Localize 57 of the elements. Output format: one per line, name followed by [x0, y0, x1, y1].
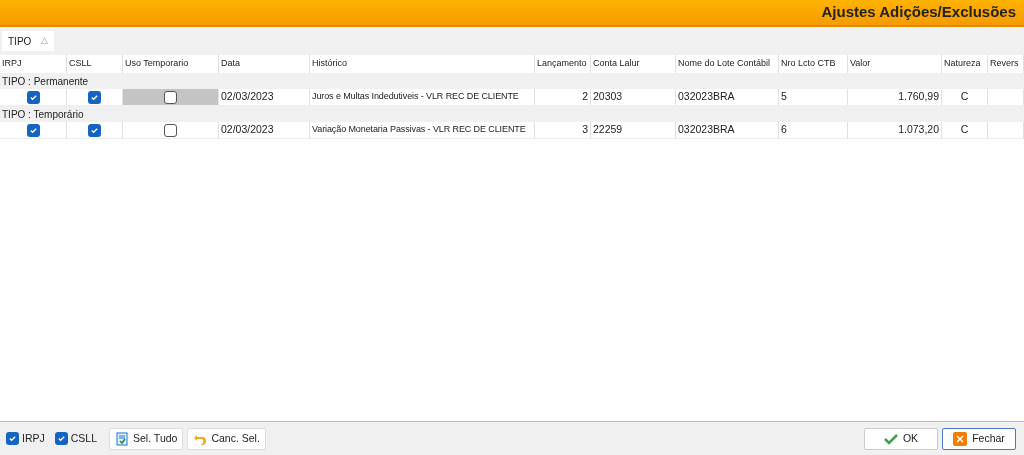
column-header: Conta Lalur: [591, 55, 676, 73]
table-cell: 02/03/2023: [219, 89, 310, 105]
group-row-label: TIPO : Temporário: [2, 107, 84, 122]
sort-icon: △: [41, 34, 49, 48]
column-header: IRPJ: [0, 55, 67, 73]
checkmark-icon: [90, 125, 99, 135]
checkbox[interactable]: [88, 90, 101, 104]
column-header: Histórico: [310, 55, 535, 73]
checkmark-icon: [883, 432, 898, 445]
table-cell: Variação Monetaria Passivas - VLR REC DE CLIENTE: [310, 122, 535, 138]
checkmark-icon: [90, 92, 99, 102]
group-row-label: TIPO : Permanente: [2, 74, 89, 89]
table-cell: C: [942, 122, 988, 138]
table-cell: 6: [779, 122, 848, 138]
table-cell: Juros e Multas Indedutiveis - VLR REC DE CLIENTE: [310, 89, 535, 105]
toolbar-button[interactable]: Sel. Tudo: [109, 427, 184, 450]
column-header: Lançamento: [535, 55, 591, 73]
checkbox[interactable]: [26, 123, 40, 137]
checkbox-label: IRPJ: [22, 430, 45, 446]
dialog-button[interactable]: OK: [864, 427, 938, 450]
column-header: CSLL: [67, 55, 123, 73]
table-cell: 5: [779, 89, 848, 105]
checkbox[interactable]: [88, 123, 101, 137]
table-cell: 032023BRA: [676, 122, 779, 138]
column-header: Valor: [848, 55, 942, 73]
table-cell: 22259: [591, 122, 676, 138]
column-header: Data: [219, 55, 310, 73]
table-cell: C: [942, 89, 988, 105]
checkbox[interactable]: [6, 432, 19, 445]
dialog-button[interactable]: Fechar: [942, 427, 1016, 450]
checkbox[interactable]: [54, 432, 68, 445]
checkmark-icon: [28, 125, 38, 135]
checkbox-label: CSLL: [70, 430, 98, 446]
window-title: Ajustes Adições/Exclusões: [821, 2, 1016, 23]
table-cell: 02/03/2023: [219, 122, 310, 138]
column-header: Revers: [988, 55, 1024, 73]
checkmark-icon: [8, 434, 17, 443]
group-label: TIPO: [8, 34, 32, 49]
checkbox[interactable]: [164, 123, 177, 137]
group-by-chip[interactable]: TIPO △: [2, 31, 55, 51]
column-header: Natureza: [942, 55, 988, 73]
column-header: Uso Temporario: [123, 55, 219, 73]
checkmark-icon: [28, 92, 38, 102]
table-cell: 2: [535, 89, 591, 105]
toolbar-button[interactable]: Canc. Sel.: [187, 427, 266, 450]
checkbox[interactable]: [26, 90, 40, 104]
checkbox[interactable]: [164, 90, 177, 104]
table-cell: 1.073,20: [848, 122, 942, 138]
checklist-icon: [115, 431, 130, 446]
table-cell: 1.760,99: [848, 89, 942, 105]
column-header: Nro Lcto CTB: [779, 55, 848, 73]
column-header: Nome do Lote Contábil: [676, 55, 779, 73]
table-cell: 20303: [591, 89, 676, 105]
close-icon: [953, 431, 968, 446]
table-cell: 032023BRA: [676, 89, 779, 105]
table-cell: 3: [535, 122, 591, 138]
checkmark-icon: [56, 434, 66, 443]
